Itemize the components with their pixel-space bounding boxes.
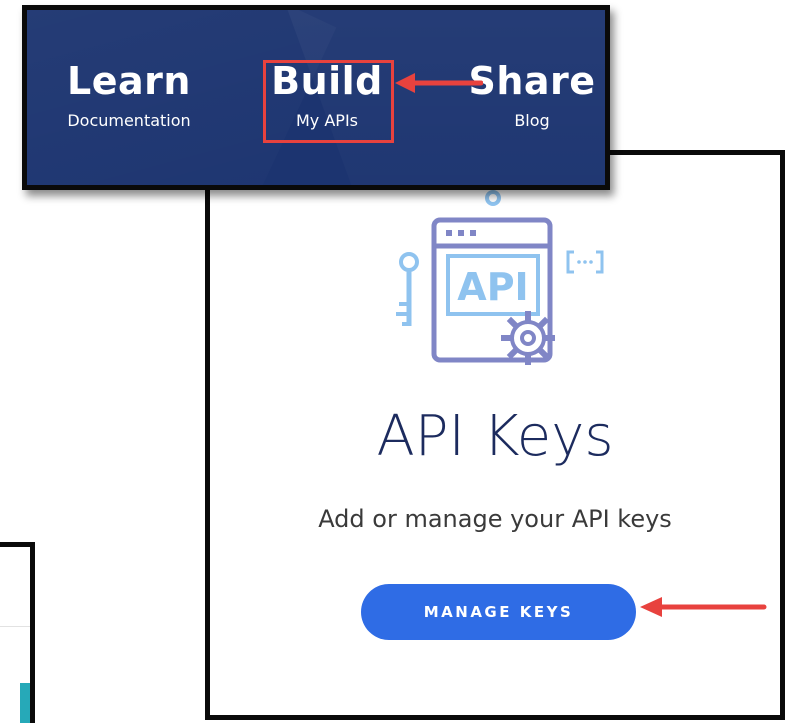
code-brackets-icon — [566, 250, 604, 274]
api-gear-key-icon: API — [396, 186, 604, 365]
api-keys-description: Add or manage your API keys — [318, 505, 672, 533]
manage-keys-button[interactable]: MANAGE KEYS — [361, 584, 636, 640]
nav-learn-title[interactable]: Learn — [49, 60, 209, 102]
background-panel-divider — [0, 626, 30, 627]
nav-share-subtitle[interactable]: Blog — [467, 110, 597, 132]
gear-icon — [501, 311, 555, 365]
nav-banner: Learn Documentation Build My APIs Share … — [22, 5, 610, 190]
annotation-arrow-left-icon — [640, 597, 767, 617]
background-panel-accent — [20, 683, 30, 723]
nav-item-share[interactable]: Share Blog — [467, 60, 597, 132]
annotation-arrow-left-icon — [395, 73, 483, 93]
build-highlight-box — [263, 60, 394, 143]
key-icon — [396, 252, 419, 326]
api-keys-title: API Keys — [376, 404, 614, 469]
nav-item-learn[interactable]: Learn Documentation — [49, 60, 209, 132]
nav-share-title[interactable]: Share — [467, 60, 597, 102]
illustration-api-text: API — [457, 265, 528, 309]
nav-learn-subtitle[interactable]: Documentation — [49, 110, 209, 132]
